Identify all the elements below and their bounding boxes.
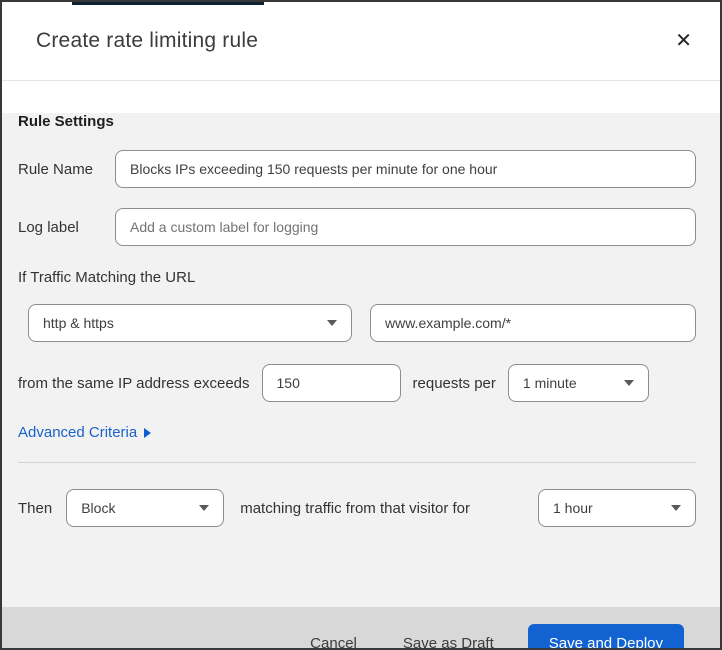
chevron-down-icon — [671, 505, 681, 511]
chevron-right-icon — [144, 427, 152, 438]
threshold-prefix-label: from the same IP address exceeds — [18, 374, 250, 392]
section-divider — [18, 462, 696, 463]
create-rate-limiting-rule-dialog: Create rate limiting rule ✕ Rule Setting… — [0, 0, 722, 650]
cancel-button[interactable]: Cancel — [300, 627, 367, 649]
threshold-row: from the same IP address exceeds request… — [18, 364, 696, 402]
chevron-down-icon — [199, 505, 210, 511]
then-label: Then — [18, 499, 53, 517]
traffic-match-intro: If Traffic Matching the URL — [18, 269, 196, 286]
close-icon[interactable]: ✕ — [669, 27, 698, 55]
action-select[interactable]: Block — [66, 489, 225, 527]
period-select-value: 1 minute — [522, 375, 577, 391]
log-label-label: Log label — [18, 218, 79, 236]
background-page-strip — [72, 2, 264, 5]
scheme-select[interactable]: http & https — [28, 304, 352, 342]
rule-name-label: Rule Name — [18, 160, 94, 178]
duration-select-value: 1 hour — [553, 500, 593, 516]
scheme-select-value: http & https — [43, 315, 114, 331]
dialog-footer: Cancel Save as Draft Save and Deploy — [2, 607, 720, 649]
dialog-header: Create rate limiting rule ✕ — [2, 2, 720, 81]
rule-name-row: Rule Name — [18, 150, 696, 188]
action-select-value: Block — [81, 500, 116, 516]
threshold-suffix-label: requests per — [412, 374, 496, 392]
advanced-criteria-link[interactable]: Advanced Criteria — [18, 424, 152, 441]
period-select[interactable]: 1 minute — [507, 364, 649, 402]
save-as-draft-button[interactable]: Save as Draft — [393, 627, 504, 649]
url-pattern-input[interactable] — [370, 304, 696, 342]
dialog-body: Rule Settings Rule Name Log label If Tra… — [2, 113, 720, 607]
rule-name-input[interactable] — [115, 150, 696, 188]
duration-select[interactable]: 1 hour — [538, 489, 696, 527]
log-label-row: Log label — [18, 208, 696, 246]
action-middle-label: matching traffic from that visitor for — [240, 499, 471, 517]
chevron-down-icon — [327, 320, 337, 326]
request-threshold-input[interactable] — [261, 364, 401, 402]
chevron-down-icon — [623, 380, 634, 386]
dialog-title: Create rate limiting rule — [36, 29, 259, 52]
scheme-url-row: http & https — [28, 304, 696, 342]
advanced-criteria-label: Advanced Criteria — [18, 424, 138, 441]
rule-settings-heading: Rule Settings — [18, 113, 114, 130]
save-and-deploy-button[interactable]: Save and Deploy — [527, 624, 684, 648]
log-label-input[interactable] — [115, 208, 696, 246]
action-row: Then Block matching traffic from that vi… — [18, 489, 696, 527]
